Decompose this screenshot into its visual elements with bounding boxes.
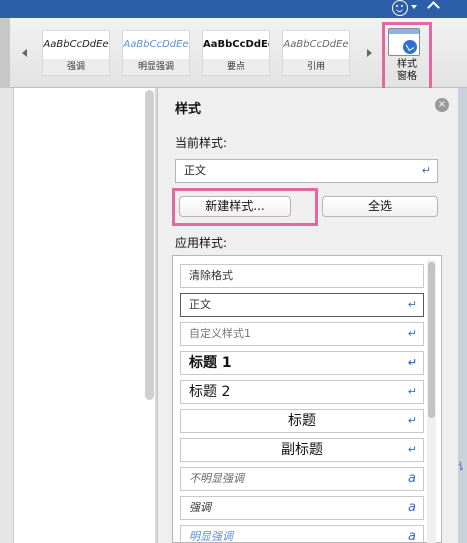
- chevron-down-icon[interactable]: [411, 5, 417, 9]
- gallery-style-name: 引用: [283, 59, 349, 75]
- apply-style-label: 应用样式:: [175, 236, 228, 250]
- gallery-style-item[interactable]: AaBbCcDdEe 引用: [282, 30, 350, 76]
- new-style-highlight: [172, 188, 318, 226]
- style-item-label: 副标题: [281, 442, 323, 458]
- select-all-button[interactable]: 全选: [322, 196, 438, 217]
- style-item-label: 明显强调: [189, 530, 233, 543]
- right-edge-glyph: 讠: [458, 462, 467, 473]
- style-list: 清除格式正文 ↵ 自定义样式1 ↵ 标题 1 ↵ 标题 2 ↵ 标题 ↵ 副标题 ↵ 不明显强调 a 强调 a…: [172, 255, 442, 543]
- gallery-style-item[interactable]: AaBbCcDdEe 强调: [42, 30, 110, 76]
- style-item-label: 强调: [189, 501, 211, 514]
- style-list-item[interactable]: 标题 ↵: [180, 409, 424, 433]
- style-list-item[interactable]: 标题 1 ↵: [180, 351, 424, 375]
- style-list-item[interactable]: 明显强调 a: [180, 525, 424, 543]
- style-item-label: 自定义样式1: [189, 327, 251, 340]
- close-icon[interactable]: ×: [435, 98, 449, 112]
- character-style-icon: a: [408, 529, 416, 543]
- style-item-label: 正文: [189, 298, 211, 311]
- style-list-item[interactable]: 副标题 ↵: [180, 438, 424, 462]
- gallery-style-name: 要点: [203, 59, 269, 75]
- character-style-icon: a: [408, 500, 416, 515]
- gallery-style-sample: AaBbCcDdEe: [283, 39, 349, 50]
- style-list-scrollbar-thumb[interactable]: [428, 262, 435, 418]
- pilcrow-icon: ↵: [407, 298, 417, 311]
- pane-title: 样式: [175, 102, 202, 117]
- pilcrow-icon: ↵: [407, 414, 417, 427]
- document-area[interactable]: [0, 88, 155, 543]
- style-list-item[interactable]: 自定义样式1 ↵: [180, 322, 424, 346]
- pilcrow-icon: ↵: [421, 164, 431, 177]
- pilcrow-icon: ↵: [407, 327, 417, 340]
- gallery-style-sample: AaBbCcDdEe: [43, 39, 109, 50]
- style-list-item[interactable]: 清除格式: [180, 264, 424, 288]
- style-item-label: 标题 2: [189, 384, 231, 400]
- gallery-style-item[interactable]: AaBbCcDdEe 要点: [202, 30, 270, 76]
- gallery-scroll-left-icon[interactable]: [22, 49, 27, 57]
- gallery-style-item[interactable]: AaBbCcDdEe 明显强调: [122, 30, 190, 76]
- document-margin: [0, 88, 14, 543]
- pilcrow-icon: ↵: [407, 385, 417, 398]
- pilcrow-icon: ↵: [407, 443, 417, 456]
- style-item-label: 标题: [288, 413, 316, 429]
- styles-pane-button[interactable]: [382, 22, 432, 94]
- style-list-item[interactable]: 标题 2 ↵: [180, 380, 424, 404]
- document-scrollbar[interactable]: [145, 90, 154, 400]
- style-list-item[interactable]: 正文 ↵: [180, 293, 424, 317]
- gallery-style-sample: AaBbCcDdEe: [123, 39, 189, 50]
- right-edge-strip: [458, 88, 467, 543]
- current-style-label: 当前样式:: [175, 136, 228, 150]
- gallery-style-sample: AaBbCcDdEe: [203, 39, 269, 50]
- style-list-item[interactable]: 强调 a: [180, 496, 424, 520]
- style-item-label: 清除格式: [189, 269, 233, 282]
- gallery-style-name: 强调: [43, 59, 109, 75]
- pilcrow-icon: ↵: [407, 356, 417, 369]
- current-style-field[interactable]: 正文 ↵: [175, 159, 438, 183]
- style-list-item[interactable]: 不明显强调 a: [180, 467, 424, 491]
- smiley-feedback-icon[interactable]: [392, 0, 408, 16]
- gallery-style-name: 明显强调: [123, 59, 189, 75]
- gallery-scroll-right-icon[interactable]: [367, 49, 372, 57]
- style-item-label: 不明显强调: [189, 472, 244, 485]
- style-item-label: 标题 1: [189, 355, 232, 371]
- character-style-icon: a: [408, 471, 416, 486]
- ribbon-edge: [0, 18, 10, 88]
- current-style-value: 正文: [184, 164, 206, 177]
